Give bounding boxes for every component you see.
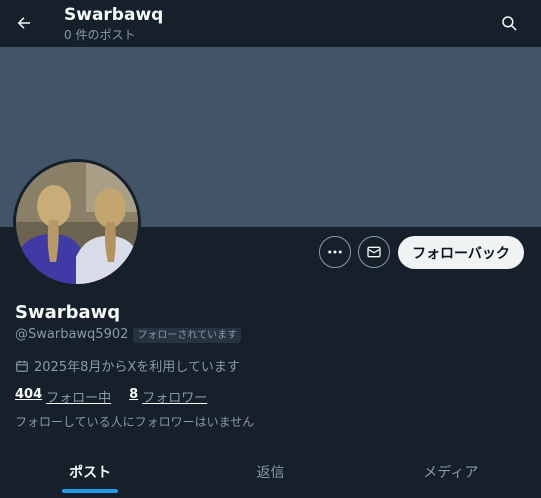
followers-link[interactable]: 8 フォロワー [129,387,207,406]
following-count: 404 [15,387,43,402]
following-link[interactable]: 404 フォロー中 [15,387,111,406]
tab-posts[interactable]: ポスト [0,448,180,498]
followers-count: 8 [129,387,139,402]
following-label: フォロー中 [46,391,112,406]
active-tab-indicator [62,489,119,493]
header-title: Swarbawq [64,5,164,25]
calendar-icon [16,360,28,372]
search-icon [502,16,517,31]
followers-label: フォロワー [142,391,208,406]
follow-back-button[interactable]: フォローバック [398,236,524,269]
tab-media[interactable]: メディア [361,448,541,498]
profile-display-name: Swarbawq [15,302,121,323]
joined-date: 2025年8月からXを利用しています [34,360,240,375]
arrow-left-icon [17,17,30,29]
tab-replies[interactable]: 返信 [180,448,360,498]
profile-handle: @Swarbawq5902 [15,327,129,342]
follow-stats: 404 フォロー中 8 フォロワー [15,387,225,406]
more-options-button[interactable] [319,236,351,268]
handle-row: @Swarbawq5902 フォローされています [15,326,242,344]
post-count: 0 件のポスト [64,28,136,42]
known-followers-note: フォローしている人にフォロワーはいません [15,415,255,429]
follows-you-badge: フォローされています [133,327,242,343]
avatar-photo [16,162,138,284]
tab-replies-label: 返信 [256,465,285,481]
message-button[interactable] [358,236,390,268]
profile-tabs: ポスト 返信 メディア [0,448,541,498]
more-dots-icon [328,250,342,254]
search-button[interactable] [495,9,523,37]
back-button[interactable] [8,7,40,39]
tab-media-label: メディア [423,465,479,481]
header-title-block: Swarbawq 0 件のポスト [64,4,163,43]
avatar[interactable] [13,159,141,287]
joined-date-row: 2025年8月からXを利用しています [15,356,240,375]
envelope-icon [367,246,381,258]
top-bar: Swarbawq 0 件のポスト [0,0,541,46]
